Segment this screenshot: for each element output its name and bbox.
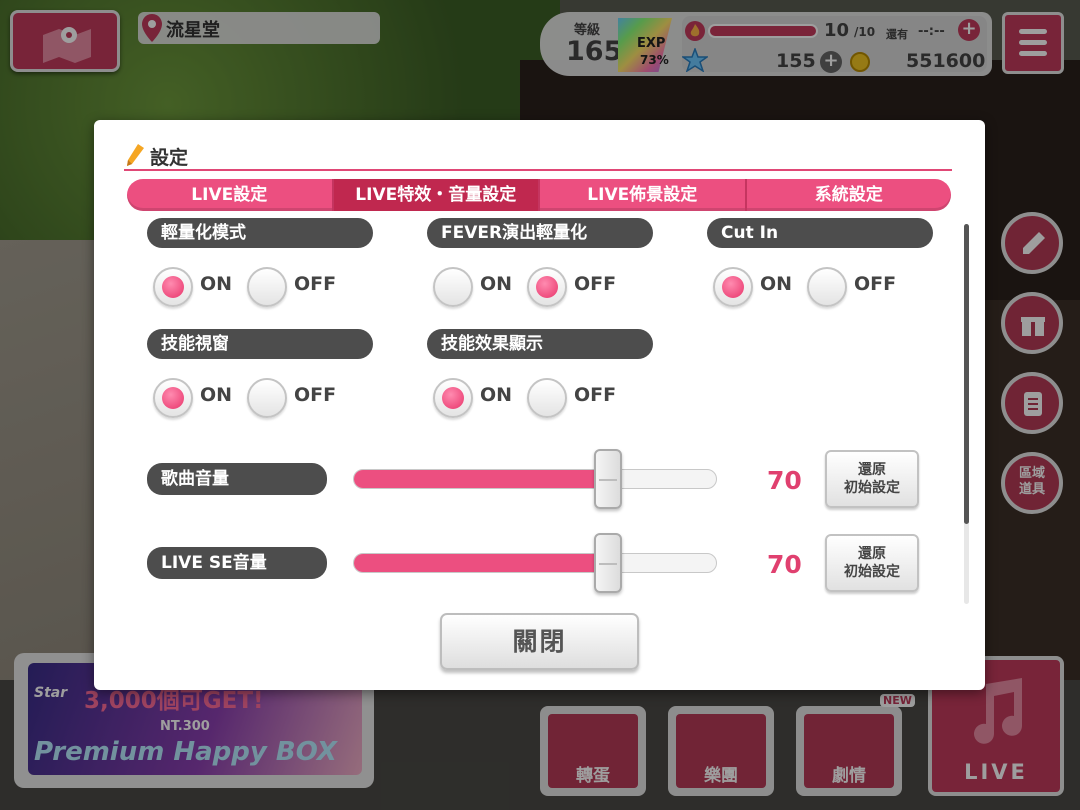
radio-off[interactable] (247, 378, 287, 418)
volume-value: 70 (767, 550, 802, 579)
volume-label: LIVE SE音量 (147, 547, 327, 579)
volume-row: LIVE SE音量 70 還原 初始設定 (147, 533, 927, 604)
volume-slider-fill (354, 470, 609, 488)
reset-default-button[interactable]: 還原 初始設定 (825, 534, 919, 592)
radio-on-label: ON (200, 273, 233, 295)
settings-dialog: 設定 LIVE設定 LIVE特效・音量設定 LIVE佈景設定 系統設定 輕量化模… (94, 120, 985, 690)
pencil-icon (127, 144, 144, 166)
tab-live-settings[interactable]: LIVE設定 (127, 179, 334, 211)
volume-slider-thumb[interactable] (593, 533, 622, 593)
radio-off[interactable] (807, 267, 847, 307)
radio-off-label: OFF (574, 273, 617, 295)
volume-value: 70 (767, 466, 802, 495)
radio-off[interactable] (527, 267, 567, 307)
option-label: 技能視窗 (147, 329, 373, 359)
radio-on[interactable] (713, 267, 753, 307)
scrollbar-thumb[interactable] (964, 224, 969, 524)
radio-off[interactable] (527, 378, 567, 418)
radio-off-label: OFF (294, 384, 337, 406)
reset-label-2: 初始設定 (844, 480, 900, 496)
radio-off-label: OFF (574, 384, 617, 406)
radio-on[interactable] (153, 267, 193, 307)
settings-tabs: LIVE設定 LIVE特效・音量設定 LIVE佈景設定 系統設定 (127, 179, 951, 211)
tab-system-settings[interactable]: 系統設定 (747, 179, 952, 211)
volume-slider-thumb[interactable] (593, 449, 622, 509)
reset-label-2: 初始設定 (844, 564, 900, 580)
radio-off[interactable] (247, 267, 287, 307)
radio-on-label: ON (760, 273, 793, 295)
volume-slider-track[interactable] (353, 469, 717, 489)
option-label: FEVER演出輕量化 (427, 218, 653, 248)
volume-slider-fill (354, 554, 609, 572)
option-label: 輕量化模式 (147, 218, 373, 248)
radio-on[interactable] (433, 378, 473, 418)
dialog-title: 設定 (150, 147, 189, 169)
option-label: 技能效果顯示 (427, 329, 653, 359)
radio-off-label: OFF (294, 273, 337, 295)
reset-default-button[interactable]: 還原 初始設定 (825, 450, 919, 508)
radio-on[interactable] (153, 378, 193, 418)
volume-label: 歌曲音量 (147, 463, 327, 495)
volume-slider-track[interactable] (353, 553, 717, 573)
option-label: Cut In (707, 218, 933, 248)
reset-label-1: 還原 (858, 546, 886, 562)
radio-on-label: ON (480, 273, 513, 295)
radio-on[interactable] (433, 267, 473, 307)
tab-live-background[interactable]: LIVE佈景設定 (540, 179, 747, 211)
tab-effects-volume[interactable]: LIVE特效・音量設定 (333, 179, 540, 211)
radio-off-label: OFF (854, 273, 897, 295)
volume-row: 歌曲音量 70 還原 初始設定 (147, 449, 927, 520)
title-divider (124, 169, 952, 171)
close-button[interactable]: 關閉 (440, 613, 639, 670)
radio-on-label: ON (480, 384, 513, 406)
radio-on-label: ON (200, 384, 233, 406)
reset-label-1: 還原 (858, 462, 886, 478)
